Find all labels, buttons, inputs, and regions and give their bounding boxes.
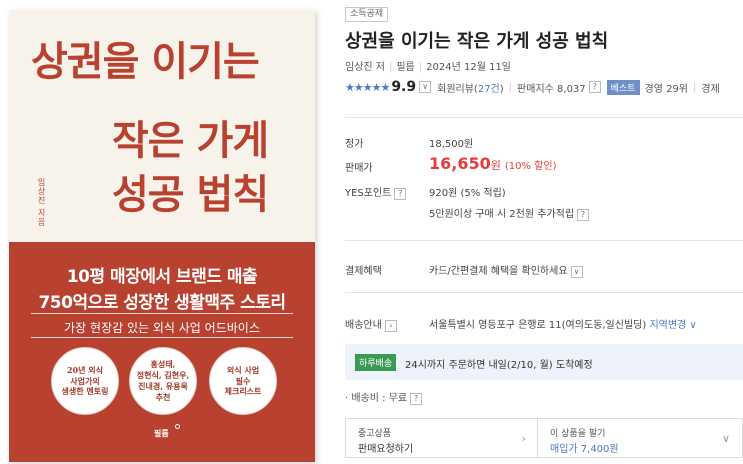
- points-label-group: YES포인트?: [345, 184, 407, 200]
- sales-index: 판매지수 8,037: [517, 83, 586, 95]
- cover-circle-recommenders-text: 홍성태, 정현식, 김현우, 진내경, 유용욱 추천: [136, 359, 190, 402]
- cover-circle-checklist: 외식 사업 필수 체크리스트: [209, 347, 277, 415]
- points-value: 920원 (5% 적립): [429, 188, 506, 199]
- cover-divider-bottom: [31, 337, 293, 338]
- meta-divider: |: [508, 81, 513, 93]
- product-info: 소득공제 상권을 이기는 작은 가게 성공 법칙 임상진 저 | 필름 | 2024년 …: [345, 0, 743, 464]
- meta-divider: |: [388, 62, 393, 73]
- sale-price-group: 16,650원 (10% 할인): [429, 154, 556, 173]
- rating-score: 9.9: [391, 79, 417, 95]
- shipping-fee-group: · 배송비 : 무료?: [345, 389, 423, 405]
- points-extra: 5만원이상 구매 시 2천원 추가적립: [429, 209, 575, 220]
- delivery-info-arrow-icon[interactable]: ›: [384, 320, 397, 332]
- list-price-value: 18,500원: [429, 139, 474, 150]
- rating-dropdown-chevron-icon[interactable]: ∨: [419, 81, 432, 93]
- points-extra-group: 5만원이상 구매 시 2천원 추가적립?: [429, 205, 590, 221]
- delivery-label-group: 배송안내 ›: [345, 316, 397, 332]
- review-label: 회원리뷰(: [437, 83, 478, 95]
- book-cover-image[interactable]: 상권을 이기는 작은 가게 성공 법칙 임상진 지음 10평 매장에서 브랜드 …: [9, 10, 315, 462]
- shipping-fee: · 배송비 : 무료: [345, 393, 408, 404]
- category-rank-link[interactable]: 경영 29위: [645, 80, 689, 95]
- cover-author: 임상진 지음: [37, 178, 46, 227]
- product-title: 상권을 이기는 작은 가게 성공 법칙: [345, 31, 609, 52]
- payment-benefit-chevron-icon[interactable]: ∨: [570, 266, 583, 278]
- sales-index-help-icon[interactable]: ?: [588, 81, 601, 93]
- delivery-address-group: 서울특별시 영등포구 은행로 11(여의도동,일신빌딩) 지역변경 ∨: [429, 316, 697, 331]
- sale-price-label: 판매가: [345, 163, 373, 174]
- cover-title-line2: 작은 가게: [112, 118, 269, 164]
- rating-row: ★★★★★ 9.9 ∨ 회원리뷰(27건) | 판매지수 8,037 ? 베스트…: [345, 79, 743, 95]
- category-rank-more[interactable]: 경제: [701, 80, 719, 95]
- used-sell-request-button[interactable]: 중고상품 판매요청하기 ›: [345, 418, 539, 458]
- buyback-price: 매입가 7,400원: [550, 444, 619, 455]
- today-delivery-badge: 하루배송: [355, 354, 397, 371]
- section-divider: [345, 117, 743, 118]
- product-meta: 임상진 저 | 필름 | 2024년 12월 11일: [345, 58, 511, 73]
- used-sell-request-line1: 중고상품: [358, 429, 392, 439]
- payment-benefit-text: 카드/간편결제 혜택을 확인하세요: [429, 266, 568, 277]
- payment-benefit-toggle[interactable]: 카드/간편결제 혜택을 확인하세요 ∨: [429, 262, 583, 278]
- meta-divider: |: [693, 81, 697, 93]
- delivery-label: 배송안내: [345, 320, 382, 331]
- cover-divider-top: [31, 313, 293, 314]
- tax-deduction-badge: 소득공제: [345, 7, 389, 22]
- cover-tagline: 가장 현장감 있는 외식 사업 어드바이스: [64, 321, 260, 335]
- points-label: YES포인트: [345, 188, 392, 199]
- shipping-help-icon[interactable]: ?: [410, 393, 423, 405]
- publish-date: 2024년 12월 11일: [426, 62, 511, 73]
- today-delivery-box: 하루배송 24시까지 주문하면 내일(2/10, 월) 도착예정: [345, 344, 743, 380]
- change-region-link[interactable]: 지역변경 ∨: [649, 320, 696, 331]
- sell-this-item-button[interactable]: 이 상품을 팔기 매입가 7,400원 ∨: [537, 418, 743, 458]
- payment-benefit-label: 결제혜택: [345, 266, 382, 277]
- publisher-link[interactable]: 필름: [396, 62, 414, 73]
- cover-title-line3: 성공 법칙: [112, 172, 269, 218]
- section-divider: [345, 292, 743, 293]
- points-extra-help-icon[interactable]: ?: [577, 209, 590, 221]
- publisher-logo-dot-icon: [175, 424, 180, 429]
- cover-publisher-logo: 필름: [154, 429, 169, 438]
- list-price-label: 정가: [345, 139, 364, 150]
- cover-title-line1: 상권을 이기는: [31, 39, 260, 85]
- sell-this-item-line1: 이 상품을 팔기: [550, 429, 606, 439]
- cover-circle-mentoring-text: 20년 외식 사업가의 생생한 멘토링: [61, 364, 109, 397]
- change-region-chevron-icon: ∨: [686, 320, 697, 331]
- cover-circle-recommenders: 홍성태, 정현식, 김현우, 진내경, 유용욱 추천: [129, 347, 197, 415]
- review-link[interactable]: 회원리뷰(27건): [437, 80, 504, 95]
- review-close: ): [499, 83, 504, 95]
- sale-price-unit: 원: [490, 159, 501, 172]
- cover-circle-checklist-text: 외식 사업 필수 체크리스트: [224, 364, 262, 397]
- points-help-icon[interactable]: ?: [394, 188, 407, 200]
- delivery-address: 서울특별시 영등포구 은행로 11(여의도동,일신빌딩): [429, 320, 647, 331]
- change-region-label: 지역변경: [649, 320, 687, 331]
- cover-subtitle-line2: 750억으로 성장한 생활맥주 스토리: [38, 293, 286, 313]
- used-sell-request-line2: 판매요청하기: [358, 444, 414, 455]
- today-delivery-text: 24시까지 주문하면 내일(2/10, 월) 도착예정: [405, 360, 593, 371]
- discount-rate: (10% 할인): [504, 161, 557, 172]
- bestseller-badge: 베스트: [606, 79, 640, 95]
- cover-circle-mentoring: 20년 외식 사업가의 생생한 멘토링: [51, 347, 119, 415]
- review-count: 27건: [477, 83, 500, 95]
- chevron-right-icon: ›: [521, 432, 526, 445]
- cover-subtitle-line1: 10평 매장에서 브랜드 매출: [66, 267, 258, 287]
- section-divider: [345, 240, 743, 241]
- chevron-down-icon: ∨: [721, 432, 730, 445]
- meta-divider: |: [418, 62, 423, 73]
- author-link[interactable]: 임상진 저: [345, 62, 385, 73]
- star-rating-icon: ★★★★★: [345, 80, 390, 94]
- sale-price-value: 16,650: [429, 154, 491, 173]
